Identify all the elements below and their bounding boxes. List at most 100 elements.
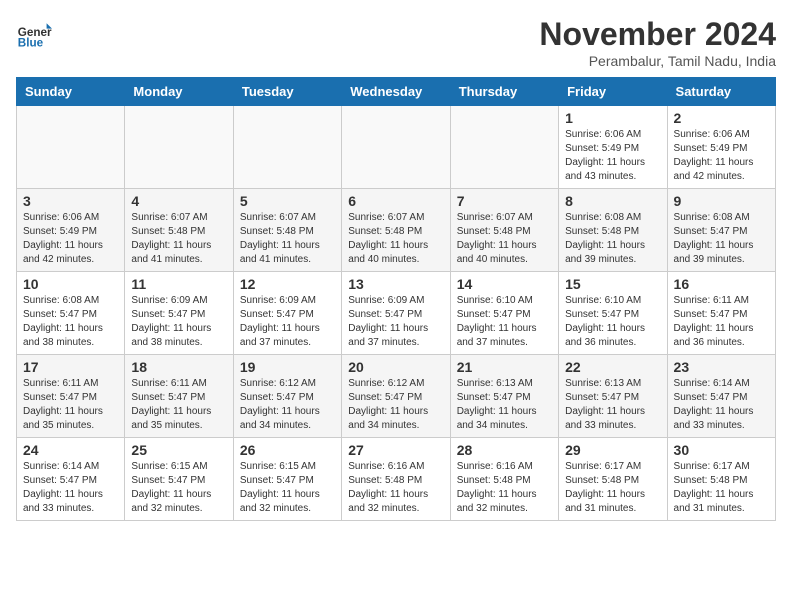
day-number: 16 xyxy=(674,276,769,292)
calendar-cell: 30 Sunrise: 6:17 AM Sunset: 5:48 PM Dayli… xyxy=(667,438,775,521)
day-number: 24 xyxy=(23,442,118,458)
calendar-cell: 5Sunrise: 6:07 AM Sunset: 5:48 PM Daylig… xyxy=(233,189,341,272)
day-info: Sunrise: 6:12 AM Sunset: 5:47 PM Dayligh… xyxy=(348,377,443,433)
day-info: Sunrise: 6:11 AM Sunset: 5:47 PM Dayligh… xyxy=(131,377,226,433)
day-number: 30 xyxy=(674,442,769,458)
day-number: 3 xyxy=(23,193,118,209)
day-info: Sunrise: 6:11 AM Sunset: 5:47 PM Dayligh… xyxy=(23,377,118,433)
calendar-cell: 28 Sunrise: 6:16 AM Sunset: 5:48 PM Dayli… xyxy=(450,438,558,521)
day-info: Sunrise: 6:10 AM Sunset: 5:47 PM Dayligh… xyxy=(565,294,660,350)
day-info: Sunrise: 6:06 AM Sunset: 5:49 PM Dayligh… xyxy=(23,211,118,267)
calendar-cell: 1 Sunrise: 6:06 AM Sunset: 5:49 PM Daylig… xyxy=(559,106,667,189)
day-number: 18 xyxy=(131,359,226,375)
month-title: November 2024 xyxy=(539,16,776,53)
day-info: Sunrise: 6:17 AM Sunset: 5:48 PM Dayligh… xyxy=(674,460,769,516)
day-info: Sunrise: 6:06 AM Sunset: 5:49 PM Dayligh… xyxy=(565,128,660,184)
calendar-week-row: 24 Sunrise: 6:14 AM Sunset: 5:47 PM Dayli… xyxy=(17,438,776,521)
day-info: Sunrise: 6:16 AM Sunset: 5:48 PM Dayligh… xyxy=(348,460,443,516)
day-info: Sunrise: 6:11 AM Sunset: 5:47 PM Dayligh… xyxy=(674,294,769,350)
day-number: 12 xyxy=(240,276,335,292)
day-info: Sunrise: 6:17 AM Sunset: 5:48 PM Dayligh… xyxy=(565,460,660,516)
day-number: 10 xyxy=(23,276,118,292)
day-info: Sunrise: 6:13 AM Sunset: 5:47 PM Dayligh… xyxy=(565,377,660,433)
calendar-week-row: 17 Sunrise: 6:11 AM Sunset: 5:47 PM Dayli… xyxy=(17,355,776,438)
calendar-week-row: 1 Sunrise: 6:06 AM Sunset: 5:49 PM Daylig… xyxy=(17,106,776,189)
calendar-cell: 29Sunrise: 6:17 AM Sunset: 5:48 PM Dayli… xyxy=(559,438,667,521)
calendar-cell xyxy=(17,106,125,189)
title-section: November 2024 Perambalur, Tamil Nadu, In… xyxy=(539,16,776,69)
day-number: 7 xyxy=(457,193,552,209)
calendar-cell: 11Sunrise: 6:09 AM Sunset: 5:47 PM Dayli… xyxy=(125,272,233,355)
day-number: 23 xyxy=(674,359,769,375)
day-info: Sunrise: 6:09 AM Sunset: 5:47 PM Dayligh… xyxy=(240,294,335,350)
day-info: Sunrise: 6:08 AM Sunset: 5:47 PM Dayligh… xyxy=(674,211,769,267)
logo-icon: General Blue xyxy=(16,16,52,52)
day-info: Sunrise: 6:14 AM Sunset: 5:47 PM Dayligh… xyxy=(23,460,118,516)
weekday-header: Thursday xyxy=(450,78,558,106)
day-info: Sunrise: 6:06 AM Sunset: 5:49 PM Dayligh… xyxy=(674,128,769,184)
day-info: Sunrise: 6:07 AM Sunset: 5:48 PM Dayligh… xyxy=(457,211,552,267)
calendar-cell: 21Sunrise: 6:13 AM Sunset: 5:47 PM Dayli… xyxy=(450,355,558,438)
calendar-cell: 6 Sunrise: 6:07 AM Sunset: 5:48 PM Daylig… xyxy=(342,189,450,272)
calendar-cell: 17 Sunrise: 6:11 AM Sunset: 5:47 PM Dayli… xyxy=(17,355,125,438)
weekday-header: Tuesday xyxy=(233,78,341,106)
calendar-cell: 25Sunrise: 6:15 AM Sunset: 5:47 PM Dayli… xyxy=(125,438,233,521)
calendar-cell: 24 Sunrise: 6:14 AM Sunset: 5:47 PM Dayli… xyxy=(17,438,125,521)
day-info: Sunrise: 6:15 AM Sunset: 5:47 PM Dayligh… xyxy=(240,460,335,516)
day-number: 28 xyxy=(457,442,552,458)
calendar-cell: 26 Sunrise: 6:15 AM Sunset: 5:47 PM Dayli… xyxy=(233,438,341,521)
calendar-cell: 19Sunrise: 6:12 AM Sunset: 5:47 PM Dayli… xyxy=(233,355,341,438)
day-info: Sunrise: 6:09 AM Sunset: 5:47 PM Dayligh… xyxy=(348,294,443,350)
calendar-cell: 16 Sunrise: 6:11 AM Sunset: 5:47 PM Dayli… xyxy=(667,272,775,355)
weekday-header: Sunday xyxy=(17,78,125,106)
calendar-cell: 22 Sunrise: 6:13 AM Sunset: 5:47 PM Dayli… xyxy=(559,355,667,438)
weekday-header: Monday xyxy=(125,78,233,106)
day-number: 26 xyxy=(240,442,335,458)
day-info: Sunrise: 6:08 AM Sunset: 5:48 PM Dayligh… xyxy=(565,211,660,267)
calendar-cell: 4Sunrise: 6:07 AM Sunset: 5:48 PM Daylig… xyxy=(125,189,233,272)
calendar-cell: 14 Sunrise: 6:10 AM Sunset: 5:47 PM Dayli… xyxy=(450,272,558,355)
calendar-header-row: SundayMondayTuesdayWednesdayThursdayFrid… xyxy=(17,78,776,106)
day-info: Sunrise: 6:08 AM Sunset: 5:47 PM Dayligh… xyxy=(23,294,118,350)
page-header: General Blue November 2024 Perambalur, T… xyxy=(16,16,776,69)
day-info: Sunrise: 6:14 AM Sunset: 5:47 PM Dayligh… xyxy=(674,377,769,433)
logo: General Blue xyxy=(16,16,52,52)
calendar-table: SundayMondayTuesdayWednesdayThursdayFrid… xyxy=(16,77,776,521)
day-number: 13 xyxy=(348,276,443,292)
day-number: 6 xyxy=(348,193,443,209)
calendar-cell xyxy=(342,106,450,189)
calendar-cell: 7 Sunrise: 6:07 AM Sunset: 5:48 PM Daylig… xyxy=(450,189,558,272)
calendar-cell xyxy=(233,106,341,189)
day-info: Sunrise: 6:13 AM Sunset: 5:47 PM Dayligh… xyxy=(457,377,552,433)
calendar-cell: 10 Sunrise: 6:08 AM Sunset: 5:47 PM Dayli… xyxy=(17,272,125,355)
calendar-cell xyxy=(450,106,558,189)
day-number: 2 xyxy=(674,110,769,126)
calendar-cell: 18 Sunrise: 6:11 AM Sunset: 5:47 PM Dayli… xyxy=(125,355,233,438)
day-number: 1 xyxy=(565,110,660,126)
day-info: Sunrise: 6:12 AM Sunset: 5:47 PM Dayligh… xyxy=(240,377,335,433)
day-info: Sunrise: 6:10 AM Sunset: 5:47 PM Dayligh… xyxy=(457,294,552,350)
day-number: 9 xyxy=(674,193,769,209)
calendar-cell: 12 Sunrise: 6:09 AM Sunset: 5:47 PM Dayli… xyxy=(233,272,341,355)
day-number: 8 xyxy=(565,193,660,209)
day-number: 27 xyxy=(348,442,443,458)
calendar-week-row: 3 Sunrise: 6:06 AM Sunset: 5:49 PM Daylig… xyxy=(17,189,776,272)
day-info: Sunrise: 6:07 AM Sunset: 5:48 PM Dayligh… xyxy=(348,211,443,267)
calendar-cell: 3 Sunrise: 6:06 AM Sunset: 5:49 PM Daylig… xyxy=(17,189,125,272)
day-info: Sunrise: 6:07 AM Sunset: 5:48 PM Dayligh… xyxy=(131,211,226,267)
weekday-header: Friday xyxy=(559,78,667,106)
day-number: 22 xyxy=(565,359,660,375)
calendar-cell: 20 Sunrise: 6:12 AM Sunset: 5:47 PM Dayli… xyxy=(342,355,450,438)
day-number: 5 xyxy=(240,193,335,209)
day-info: Sunrise: 6:09 AM Sunset: 5:47 PM Dayligh… xyxy=(131,294,226,350)
calendar-cell: 2 Sunrise: 6:06 AM Sunset: 5:49 PM Daylig… xyxy=(667,106,775,189)
calendar-cell xyxy=(125,106,233,189)
calendar-cell: 13 Sunrise: 6:09 AM Sunset: 5:47 PM Dayli… xyxy=(342,272,450,355)
weekday-header: Saturday xyxy=(667,78,775,106)
day-number: 17 xyxy=(23,359,118,375)
calendar-week-row: 10 Sunrise: 6:08 AM Sunset: 5:47 PM Dayli… xyxy=(17,272,776,355)
location: Perambalur, Tamil Nadu, India xyxy=(539,53,776,69)
day-number: 14 xyxy=(457,276,552,292)
day-info: Sunrise: 6:16 AM Sunset: 5:48 PM Dayligh… xyxy=(457,460,552,516)
day-number: 20 xyxy=(348,359,443,375)
